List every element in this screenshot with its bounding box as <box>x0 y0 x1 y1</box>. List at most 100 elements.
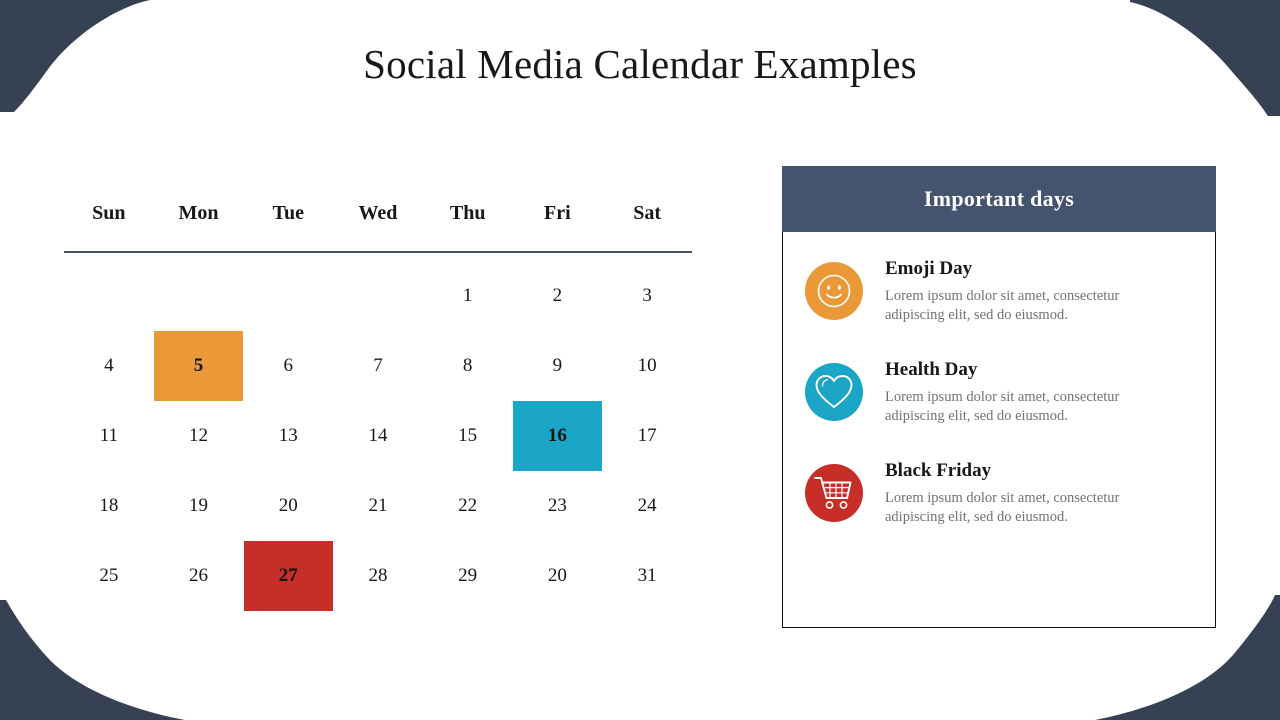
calendar-week-row: 18 19 20 21 22 23 24 <box>64 471 692 541</box>
calendar-cell: 15 <box>423 401 513 471</box>
calendar-cell: 4 <box>64 331 154 401</box>
calendar-day-24[interactable]: 24 <box>603 471 692 541</box>
calendar-cell: 5 <box>154 331 244 401</box>
weekday-header-sat: Sat <box>602 202 692 253</box>
calendar-cell: 24 <box>602 471 692 541</box>
calendar: Sun Mon Tue Wed Thu Fri Sat 1 2 3 4 5 6 7 8 9 10 1… <box>64 202 692 611</box>
calendar-cell: 13 <box>243 401 333 471</box>
important-day-title: Black Friday <box>885 460 992 481</box>
calendar-cell: 28 <box>333 541 423 611</box>
calendar-week-row: 123 <box>64 252 692 331</box>
calendar-cell: 31 <box>602 541 692 611</box>
weekday-header-mon: Mon <box>153 202 244 253</box>
calendar-cell: 11 <box>64 401 154 471</box>
weekday-header-wed: Wed <box>333 202 423 253</box>
calendar-cell: 20 <box>513 541 603 611</box>
important-day-description: Lorem ipsum dolor sit amet, consectetur … <box>885 389 1120 424</box>
calendar-day-19[interactable]: 19 <box>154 471 243 541</box>
calendar-day-18[interactable]: 18 <box>64 471 153 541</box>
calendar-day-11[interactable]: 11 <box>64 401 153 471</box>
calendar-cell: 26 <box>154 541 244 611</box>
calendar-day-23[interactable]: 23 <box>513 471 602 541</box>
calendar-cell: 8 <box>423 331 513 401</box>
calendar-cell <box>64 252 154 331</box>
calendar-week-row: 25 26 27 28 29 20 31 <box>64 541 692 611</box>
calendar-cell: 14 <box>333 401 423 471</box>
calendar-day-9[interactable]: 9 <box>513 331 602 401</box>
heart-icon <box>805 363 863 421</box>
calendar-cell: 25 <box>64 541 154 611</box>
important-day-description: Lorem ipsum dolor sit amet, consectetur … <box>885 490 1120 525</box>
calendar-day-21[interactable]: 21 <box>333 471 422 541</box>
important-day-text: Health Day Lorem ipsum dolor sit amet, co… <box>885 359 1193 426</box>
calendar-day-3[interactable]: 3 <box>603 261 692 331</box>
calendar-day-14[interactable]: 14 <box>333 401 422 471</box>
calendar-day-7[interactable]: 7 <box>333 331 422 401</box>
calendar-cell: 20 <box>243 471 333 541</box>
page-title: Social Media Calendar Examples <box>363 41 917 87</box>
calendar-cell: 7 <box>333 331 423 401</box>
calendar-day-17[interactable]: 17 <box>603 401 692 471</box>
calendar-day-16[interactable]: 16 <box>512 401 602 471</box>
calendar-day-12[interactable]: 12 <box>154 401 243 471</box>
calendar-weekday-header-row: Sun Mon Tue Wed Thu Fri Sat <box>64 202 692 253</box>
calendar-cell: 27 <box>243 541 333 611</box>
calendar-day-20[interactable]: 20 <box>513 541 602 611</box>
calendar-cell: 6 <box>243 331 333 401</box>
calendar-week-row: 11 12 13 14 15 16 17 <box>64 401 692 471</box>
calendar-day-28[interactable]: 28 <box>333 541 422 611</box>
important-day-title: Health Day <box>885 359 978 380</box>
calendar-week-row: 4 5 6 7 8 9 10 <box>64 331 692 401</box>
calendar-day-20[interactable]: 20 <box>244 471 333 541</box>
calendar-body: 1 2 3 4 5 6 7 8 9 10 11 12 13 14 15 16 17 18 19 20 21 22 23 24 2… <box>64 252 692 611</box>
important-day-text: Emoji Day Lorem ipsum dolor sit amet, con… <box>885 258 1193 325</box>
important-day-item[interactable]: Emoji Day Lorem ipsum dolor sit amet, con… <box>805 258 1193 325</box>
calendar-day-31[interactable]: 31 <box>603 541 692 611</box>
calendar-cell <box>243 252 333 331</box>
calendar-cell: 9 <box>513 331 603 401</box>
calendar-day-8[interactable]: 8 <box>423 331 512 401</box>
calendar-cell: 18 <box>64 471 154 541</box>
important-day-description: Lorem ipsum dolor sit amet, consectetur … <box>885 288 1120 323</box>
calendar-day-6[interactable]: 6 <box>244 331 333 401</box>
calendar-cell: 19 <box>154 471 244 541</box>
calendar-cell: 22 <box>423 471 513 541</box>
calendar-day-15[interactable]: 15 <box>423 401 512 471</box>
important-day-text: Black Friday Lorem ipsum dolor sit amet, … <box>885 460 1193 527</box>
calendar-cell: 29 <box>423 541 513 611</box>
calendar-cell <box>333 252 423 331</box>
calendar-cell: 21 <box>333 471 423 541</box>
calendar-day-27[interactable]: 27 <box>243 541 333 611</box>
important-days-panel: Important days Emoji Day Lorem ipsum dolo… <box>782 166 1216 628</box>
weekday-header-sun: Sun <box>64 202 154 253</box>
calendar-cell: 1 <box>423 252 513 331</box>
calendar-day-26[interactable]: 26 <box>154 541 243 611</box>
calendar-day-13[interactable]: 13 <box>244 401 333 471</box>
calendar-day-29[interactable]: 29 <box>423 541 512 611</box>
calendar-day-4[interactable]: 4 <box>64 331 153 401</box>
calendar-cell: 23 <box>513 471 603 541</box>
calendar-cell: 16 <box>512 401 603 471</box>
important-days-panel-title: Important days <box>782 166 1216 232</box>
weekday-header-tue: Tue <box>243 202 334 253</box>
calendar-day-5[interactable]: 5 <box>154 331 244 401</box>
calendar-cell <box>154 252 244 331</box>
important-day-item[interactable]: Black Friday Lorem ipsum dolor sit amet, … <box>805 460 1193 527</box>
calendar-cell: 12 <box>154 401 244 471</box>
important-day-item[interactable]: Health Day Lorem ipsum dolor sit amet, co… <box>805 359 1193 426</box>
weekday-header-thu: Thu <box>422 202 513 253</box>
calendar-day-1[interactable]: 1 <box>423 261 512 331</box>
decorative-corner-bottom-left <box>0 600 185 720</box>
shopping-cart-icon <box>805 464 863 522</box>
calendar-day-25[interactable]: 25 <box>64 541 153 611</box>
calendar-table: Sun Mon Tue Wed Thu Fri Sat 1 2 3 4 5 6 7 8 9 10 1… <box>64 202 692 611</box>
weekday-header-fri: Fri <box>512 202 603 253</box>
important-days-list: Emoji Day Lorem ipsum dolor sit amet, con… <box>782 232 1216 628</box>
calendar-day-10[interactable]: 10 <box>603 331 692 401</box>
calendar-cell: 10 <box>602 331 692 401</box>
smiley-icon <box>805 262 863 320</box>
calendar-cell: 17 <box>602 401 692 471</box>
calendar-cell: 2 <box>513 252 603 331</box>
calendar-day-2[interactable]: 2 <box>513 261 602 331</box>
calendar-day-22[interactable]: 22 <box>423 471 512 541</box>
